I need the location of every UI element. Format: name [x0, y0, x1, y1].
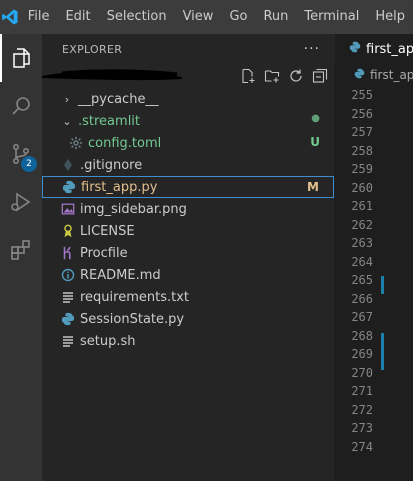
- explorer-header: EXPLORER ···: [42, 34, 334, 64]
- heroku-icon: [60, 245, 76, 261]
- file-tree-item-label: requirements.txt: [80, 289, 190, 305]
- git-status-badge: U: [310, 135, 320, 149]
- file-tree-item-label: first_app.py: [81, 179, 158, 195]
- file-tree-item[interactable]: img_sidebar.png: [42, 198, 334, 220]
- line-number: 271: [351, 384, 373, 398]
- line-number: 273: [351, 421, 373, 435]
- line-number: 263: [351, 236, 373, 250]
- file-tree-item[interactable]: ⌄ .streamlit ●: [42, 110, 334, 132]
- title-bar: File Edit Selection View Go Run Terminal Help: [0, 0, 413, 34]
- file-tree-item[interactable]: requirements.txt: [42, 286, 334, 308]
- info-icon: [60, 267, 76, 283]
- menu-go[interactable]: Go: [221, 0, 255, 34]
- redacted-folder-name: [42, 67, 182, 85]
- line-number: 256: [351, 106, 373, 121]
- line-number: 264: [351, 254, 373, 269]
- menu-file[interactable]: File: [20, 0, 58, 34]
- git-icon: [60, 157, 76, 173]
- menu-edit[interactable]: Edit: [57, 0, 98, 34]
- python-file-icon: [354, 68, 365, 82]
- file-tree-item[interactable]: README.md: [42, 264, 334, 286]
- text-file-icon: [60, 289, 76, 305]
- line-number: 265: [351, 273, 373, 287]
- file-tree-item-label: .gitignore: [80, 157, 143, 173]
- file-tree-item[interactable]: LICENSE: [42, 220, 334, 242]
- vscode-logo-icon: [0, 0, 20, 34]
- menu-run[interactable]: Run: [255, 0, 296, 34]
- line-number: 269: [351, 347, 373, 361]
- text-file-icon: [60, 333, 76, 349]
- tab-first-app[interactable]: first_app: [334, 34, 413, 64]
- new-file-icon[interactable]: [240, 68, 256, 84]
- explorer-sidebar: EXPLORER ··· › __pycache__ ⌄ .streamlit …: [42, 34, 334, 481]
- run-debug-icon[interactable]: [0, 178, 42, 226]
- python-file-icon: [349, 41, 361, 57]
- line-number: 268: [351, 328, 373, 343]
- change-indicator: [381, 276, 384, 294]
- line-number: 266: [351, 291, 373, 306]
- file-tree-item[interactable]: SessionState.py: [42, 308, 334, 330]
- explorer-icon[interactable]: [0, 34, 42, 82]
- file-tree-item[interactable]: › __pycache__: [42, 88, 334, 110]
- editor-area: first_app first_ap 255 256 257 258 259 260 261…: [334, 34, 413, 481]
- line-number: 261: [351, 199, 373, 213]
- chevron-down-icon: ⌄: [62, 114, 72, 128]
- file-tree-item[interactable]: first_app.py M: [42, 176, 334, 198]
- file-tree-item-label: Procfile: [80, 245, 128, 261]
- menu-view[interactable]: View: [175, 0, 222, 34]
- file-tree-item-label: .streamlit: [78, 113, 141, 129]
- file-tree-item-label: img_sidebar.png: [80, 201, 187, 217]
- line-number: 255: [351, 88, 373, 102]
- image-file-icon: [60, 201, 76, 217]
- folder-actions: [240, 64, 328, 88]
- line-number-gutter: 255 256 257 258 259 260 261 262 263 264 265 266 267 2…: [334, 86, 413, 456]
- workspace-folder-header[interactable]: [42, 64, 334, 88]
- menu-help[interactable]: Help: [367, 0, 413, 34]
- scm-badge: 2: [21, 156, 37, 172]
- chevron-right-icon: ›: [64, 92, 70, 106]
- refresh-icon[interactable]: [288, 68, 304, 84]
- menu-bar: File Edit Selection View Go Run Terminal Help: [20, 0, 413, 34]
- file-tree-item-label: __pycache__: [78, 91, 159, 107]
- new-folder-icon[interactable]: [264, 68, 280, 84]
- license-icon: [60, 223, 76, 239]
- change-indicator: [381, 333, 384, 370]
- explorer-title: EXPLORER: [62, 42, 123, 56]
- menu-terminal[interactable]: Terminal: [296, 0, 367, 34]
- python-file-icon: [61, 179, 77, 195]
- gear-icon: [68, 135, 84, 151]
- line-number: 274: [351, 439, 373, 454]
- python-file-icon: [60, 311, 76, 327]
- line-number: 260: [351, 180, 373, 195]
- breadcrumb-file: first_ap: [370, 68, 413, 82]
- more-actions-icon[interactable]: ···: [304, 41, 320, 57]
- file-tree-item-label: SessionState.py: [80, 311, 185, 327]
- file-tree-item[interactable]: config.toml U: [42, 132, 334, 154]
- search-icon[interactable]: [0, 82, 42, 130]
- git-status-badge: M: [307, 180, 319, 194]
- file-tree-item-label: README.md: [80, 267, 161, 283]
- file-tree-item-label: config.toml: [88, 135, 162, 151]
- file-tree-item-label: LICENSE: [80, 223, 135, 239]
- line-number: 272: [351, 402, 373, 417]
- activity-bar: 2: [0, 34, 42, 481]
- line-number: 259: [351, 162, 373, 176]
- file-tree-item-label: setup.sh: [80, 333, 136, 349]
- file-tree-item[interactable]: .gitignore: [42, 154, 334, 176]
- git-status-badge: ●: [311, 113, 320, 124]
- line-number: 262: [351, 217, 373, 232]
- collapse-all-icon[interactable]: [312, 68, 328, 84]
- file-tree-item[interactable]: setup.sh: [42, 330, 334, 352]
- file-tree: › __pycache__ ⌄ .streamlit ● config.toml U .git…: [42, 88, 334, 352]
- line-number: 258: [351, 143, 373, 158]
- file-tree-item[interactable]: Procfile: [42, 242, 334, 264]
- menu-selection[interactable]: Selection: [99, 0, 175, 34]
- line-number: 257: [351, 125, 373, 139]
- breadcrumb[interactable]: first_ap: [334, 64, 413, 86]
- line-number: 270: [351, 365, 373, 380]
- extensions-icon[interactable]: [0, 226, 42, 274]
- line-number: 267: [351, 310, 373, 324]
- tab-label: first_app: [366, 41, 413, 57]
- source-control-icon[interactable]: 2: [0, 130, 42, 178]
